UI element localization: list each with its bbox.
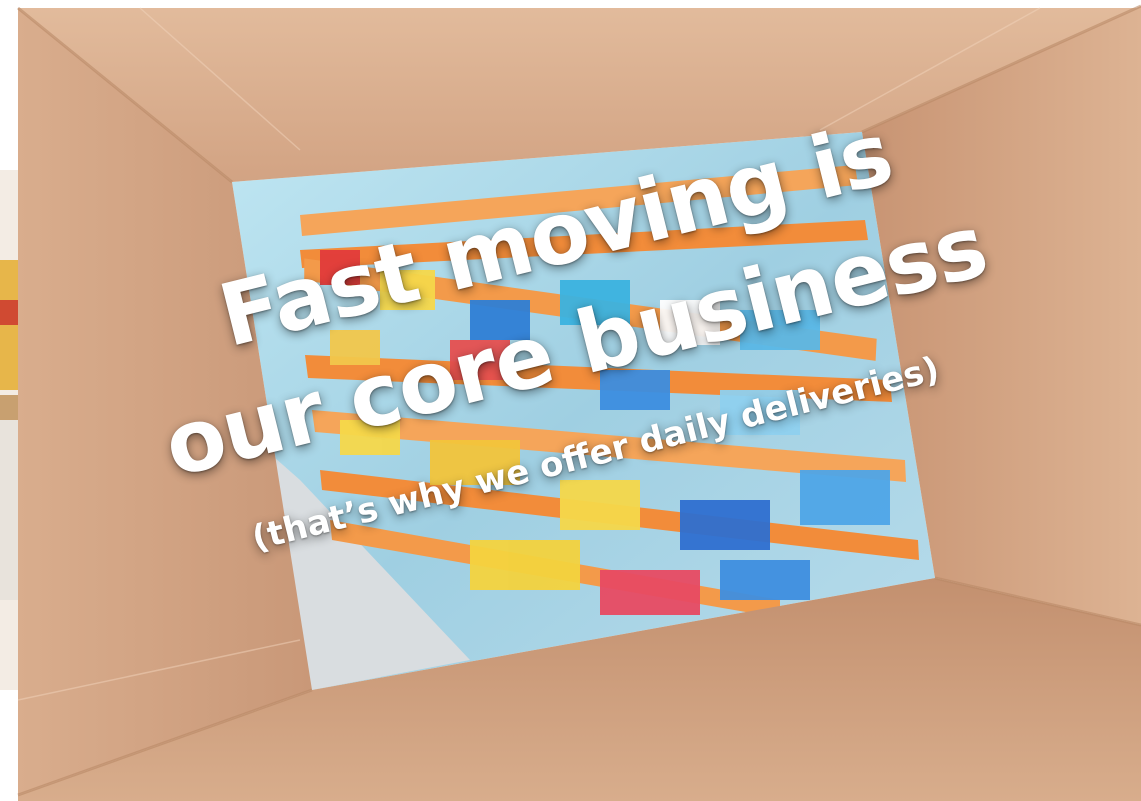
promo-banner: Fast moving is our core business (that’s…	[0, 0, 1141, 801]
supermarket-box-photo	[0, 0, 1141, 801]
